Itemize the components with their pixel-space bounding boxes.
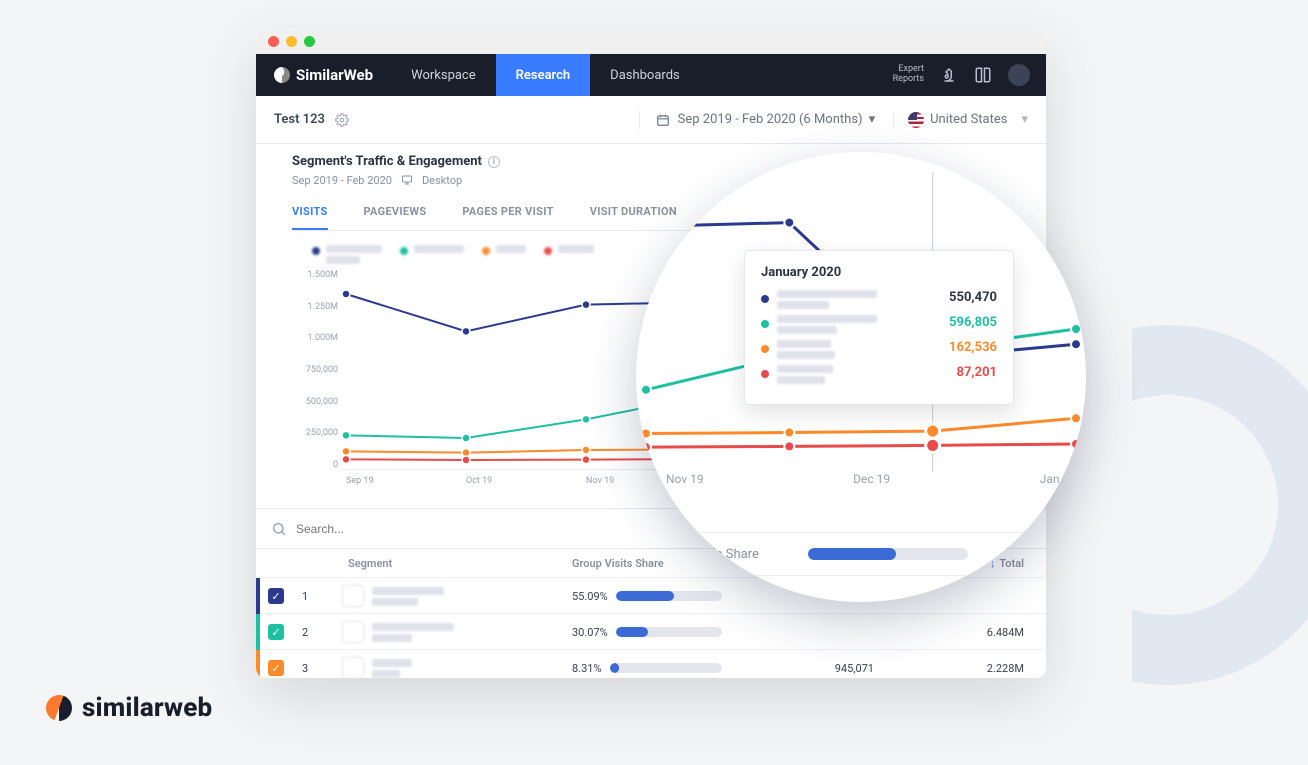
nav-right: Expert Reports — [893, 54, 1046, 96]
gear-icon[interactable] — [333, 111, 351, 129]
book-icon[interactable] — [974, 66, 992, 84]
legend-dot-icon — [400, 247, 408, 255]
legend-dot-icon — [482, 247, 490, 255]
window-minimize-dot[interactable] — [286, 36, 297, 47]
tooltip-value: 550,470 — [949, 290, 997, 305]
date-range-picker[interactable]: Sep 2019 - Feb 2020 (6 Months) ▾ — [639, 111, 875, 129]
tooltip-value: 162,536 — [949, 340, 997, 355]
section-title: Segment's Traffic & Engagement — [292, 154, 482, 169]
magnified-table-header: Group Visits Share ↓Total — [648, 532, 1074, 576]
chevron-down-icon: ▾ — [1021, 112, 1028, 127]
us-flag-icon — [908, 112, 924, 128]
sub-bar: Test 123 Sep 2019 - Feb 2020 (6 Months) … — [256, 96, 1046, 144]
section-subtitle: Sep 2019 - Feb 2020 — [292, 174, 392, 187]
search-input[interactable] — [296, 522, 496, 536]
footer-brand: similarweb — [46, 693, 212, 723]
app-name: SimilarWeb — [296, 66, 373, 84]
y-axis: 1.500M 1.250M 1.000M 750,000 500,000 250… — [292, 270, 338, 470]
tab-pages-per-visit[interactable]: PAGES PER VISIT — [462, 205, 553, 230]
logo-mark-icon — [274, 67, 290, 83]
nav-research[interactable]: Research — [496, 54, 591, 96]
segment-chip-icon — [342, 585, 364, 607]
mag-first-total: 93M — [1032, 592, 1058, 602]
chart-tooltip: January 2020 550,470 596,805 162,536 87,… — [744, 250, 1014, 405]
nav-dashboards[interactable]: Dashboards — [590, 54, 700, 96]
legend-dot-icon — [544, 247, 552, 255]
country-label: United States — [930, 112, 1007, 127]
tab-visits[interactable]: VISITS — [292, 205, 328, 230]
expert-reports-link[interactable]: Expert Reports — [893, 65, 924, 85]
brand-mark-icon — [46, 695, 72, 721]
tab-pageviews[interactable]: PAGEVIEWS — [364, 205, 427, 230]
tooltip-dot-icon — [761, 370, 769, 378]
tooltip-value: 87,201 — [957, 365, 998, 380]
brand-text: similarweb — [82, 693, 212, 723]
nav-workspace[interactable]: Workspace — [391, 54, 496, 96]
chevron-down-icon: ▾ — [869, 112, 876, 127]
user-avatar[interactable] — [1008, 64, 1030, 86]
checkbox-icon[interactable]: ✓ — [268, 588, 284, 604]
top-nav: SimilarWeb Workspace Research Dashboards… — [256, 54, 1046, 96]
window-chrome — [256, 28, 1046, 54]
search-icon — [270, 520, 288, 538]
col-share-mag[interactable]: Group Visits Share — [652, 547, 759, 562]
tooltip-dot-icon — [761, 295, 769, 303]
col-segment[interactable]: Segment — [342, 557, 572, 570]
microscope-icon[interactable] — [940, 66, 958, 84]
info-icon[interactable]: i — [488, 156, 500, 168]
table-row[interactable]: ✓ 3 8.31% 945,071 2.228M — [256, 649, 1046, 678]
app-logo[interactable]: SimilarWeb — [256, 54, 391, 96]
segment-chip-icon — [342, 621, 364, 643]
segment-chip-icon — [342, 657, 364, 678]
calendar-icon — [654, 111, 672, 129]
window-close-dot[interactable] — [268, 36, 279, 47]
magnified-x-axis: Nov 19 Dec 19 Jan 20 — [666, 472, 1076, 486]
device-label: Desktop — [422, 174, 462, 187]
checkbox-icon[interactable]: ✓ — [268, 660, 284, 676]
col-total-mag[interactable]: ↓Total — [1010, 546, 1070, 562]
window-zoom-dot[interactable] — [304, 36, 315, 47]
tooltip-dot-icon — [761, 320, 769, 328]
workspace-title: Test 123 — [274, 112, 325, 127]
country-picker[interactable]: United States ▾ — [893, 112, 1028, 128]
tooltip-value: 596,805 — [949, 315, 997, 330]
table-row[interactable]: ✓ 2 30.07% 6.484M — [256, 613, 1046, 649]
desktop-icon — [398, 171, 416, 189]
magnifier-lens: Nov 19 Dec 19 Jan 20 January 2020 550,47… — [636, 152, 1086, 602]
checkbox-icon[interactable]: ✓ — [268, 624, 284, 640]
legend-dot-icon — [312, 247, 320, 255]
date-range-label: Sep 2019 - Feb 2020 (6 Months) — [678, 112, 863, 127]
tooltip-dot-icon — [761, 345, 769, 353]
tooltip-title: January 2020 — [761, 265, 997, 280]
